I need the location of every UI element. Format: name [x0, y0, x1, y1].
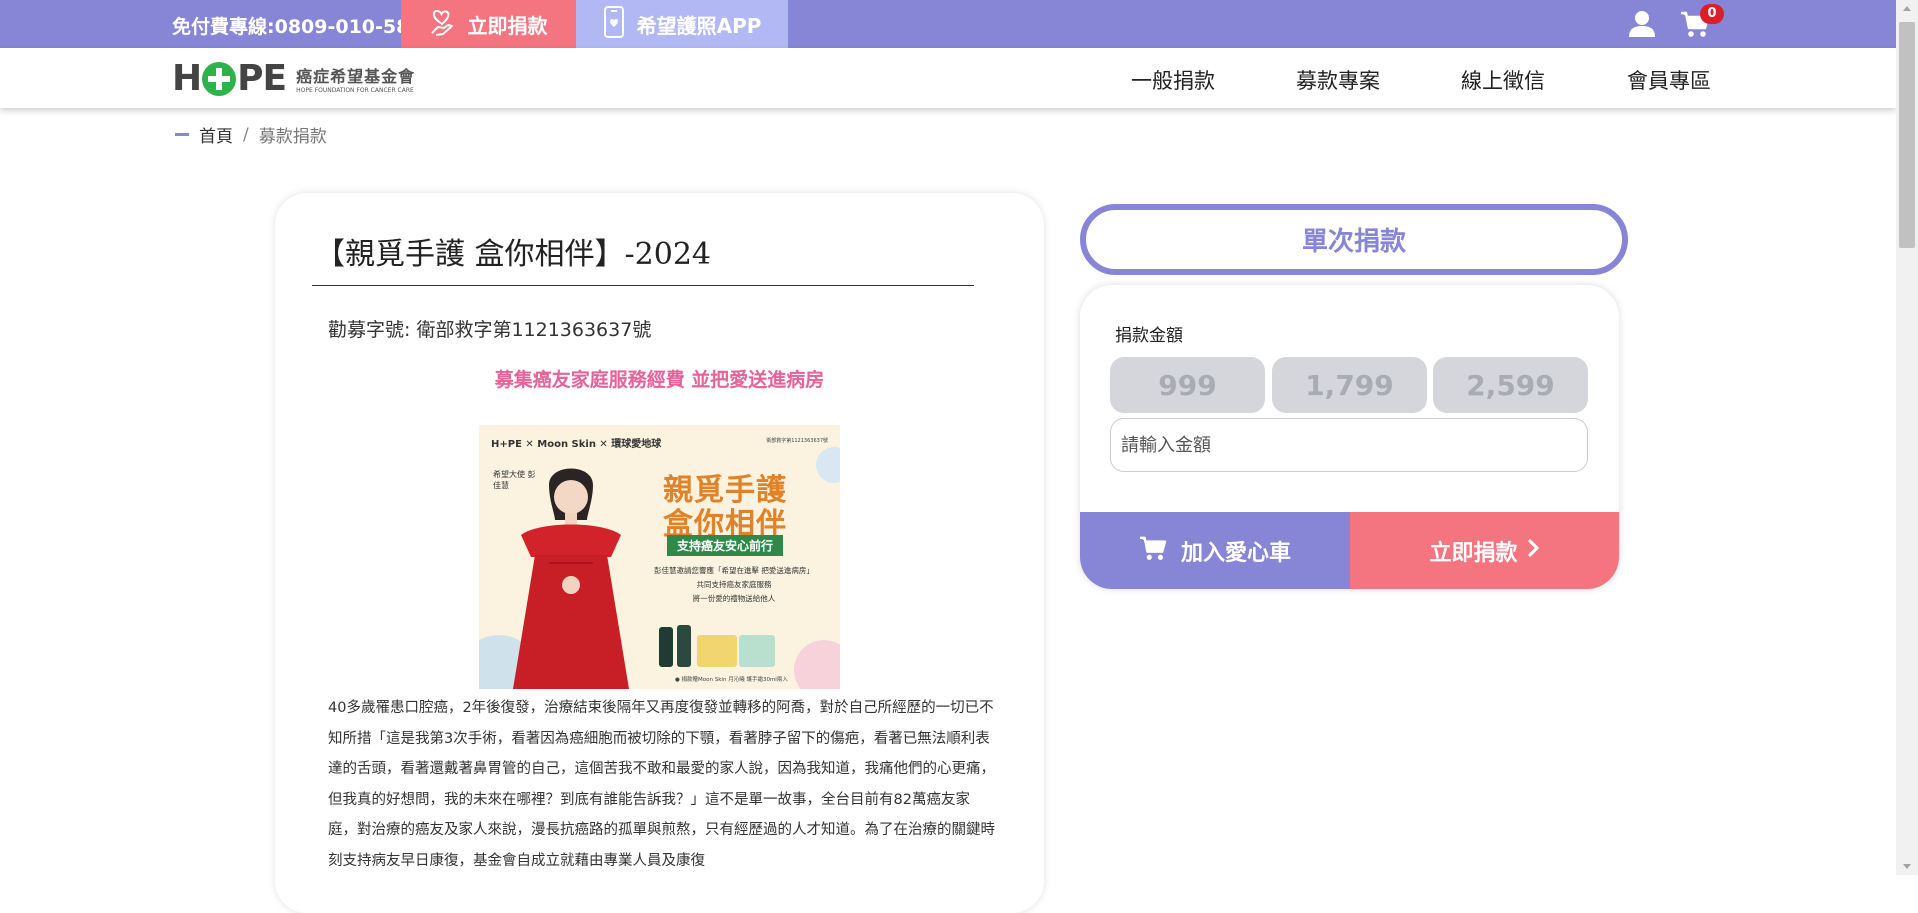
banner-footer: ● 捐款贈Moon Skin 月沁曦 護手霜30ml兩入	[675, 677, 788, 683]
project-story-text: 40多歲罹患口腔癌，2年後復發，治療結束後隔年又再度復發並轉移的阿喬，對於自己所…	[328, 700, 995, 869]
nav-online-credit[interactable]: 線上徵信	[1461, 65, 1545, 95]
project-content-card: 【親覓手護 盒你相伴】-2024 勸募字號: 衛部救字第1121363637號 …	[275, 193, 1044, 913]
breadcrumb: 首頁 / 募款捐款	[175, 122, 327, 147]
logo-letter-h: H	[172, 58, 202, 99]
scroll-down-arrow-icon[interactable]	[1896, 857, 1918, 875]
logo-subtitle: 癌症希望基金會 HOPE FOUNDATION FOR CANCER CARE	[296, 63, 415, 94]
add-to-cart-label: 加入愛心車	[1180, 540, 1291, 566]
breadcrumb-separator: /	[243, 124, 249, 145]
amount-option-2599[interactable]: 2,599	[1433, 357, 1588, 413]
app-label: 希望護照APP	[636, 13, 762, 38]
breadcrumb-home-link[interactable]: 首頁	[199, 122, 233, 147]
amount-option-999[interactable]: 999	[1110, 357, 1265, 413]
amount-option-1799[interactable]: 1,799	[1272, 357, 1427, 413]
green-cross-icon	[202, 61, 237, 96]
donation-card: 捐款金額 999 1,799 2,599 加入愛心車 立即捐款	[1080, 285, 1619, 589]
logo-letters-pe: PE	[237, 58, 287, 99]
project-banner-image: H+PE ✕ Moon Skin ✕ 環球愛地球 衛部救字第1121363637…	[479, 425, 840, 689]
logo-chinese-name: 癌症希望基金會	[296, 67, 416, 86]
app-button[interactable]: 希望護照APP	[576, 0, 788, 48]
banner-line-1: 彭佳慧邀請您響應「希望在進擊 把愛送進病房」	[654, 566, 814, 575]
hand-heart-icon	[430, 7, 456, 42]
logo-wordmark: H PE	[172, 58, 287, 99]
logo-english-name: HOPE FOUNDATION FOR CANCER CARE	[296, 87, 414, 94]
custom-amount-input[interactable]	[1110, 418, 1588, 472]
banner-line-2: 共同支持癌友家庭服務	[696, 580, 772, 589]
breadcrumb-current: 募款捐款	[258, 127, 327, 147]
cart-count-badge: 0	[1700, 4, 1724, 24]
banner-permit: 衛部救字第1121363637號	[766, 438, 828, 444]
banner-brands: H+PE ✕ Moon Skin ✕ 環球愛地球	[491, 439, 662, 450]
chevron-right-icon	[1527, 538, 1540, 563]
banner-tag: 支持癌友安心前行	[667, 535, 784, 556]
breadcrumb-dash	[175, 133, 189, 136]
hotline-text: 免付費專線:0809-010-580	[172, 16, 423, 38]
donate-now-button[interactable]: 立即捐款	[1350, 512, 1619, 589]
user-icon[interactable]	[1628, 10, 1656, 42]
project-subtitle: 募集癌友家庭服務經費 並把愛送進病房	[494, 369, 825, 391]
banner-line-3: 將一份愛的禮物送給他人	[692, 594, 776, 603]
scrollbar-thumb[interactable]	[1899, 22, 1915, 248]
banner-ambassador: 希望大使 彭佳慧	[493, 470, 536, 490]
banner-gift-box	[659, 621, 775, 671]
project-title: 【親覓手護 盒你相伴】-2024	[315, 237, 712, 272]
amount-label: 捐款金額	[1115, 326, 1183, 346]
permit-number: 勸募字號: 衛部救字第1121363637號	[328, 319, 652, 341]
single-donation-tab[interactable]: 單次捐款	[1080, 204, 1628, 275]
top-bar: 免付費專線:0809-010-580 立即捐款 希望護照APP 0	[0, 0, 1896, 48]
nav-member-area[interactable]: 會員專區	[1627, 65, 1711, 95]
phone-heart-icon	[603, 5, 625, 43]
scroll-up-arrow-icon[interactable]	[1896, 0, 1918, 18]
cart-icon	[1139, 535, 1167, 567]
donate-now-label: 立即捐款	[1429, 540, 1518, 566]
top-donate-button[interactable]: 立即捐款	[401, 0, 576, 48]
nav-general-donation[interactable]: 一般捐款	[1131, 65, 1215, 95]
top-donate-label: 立即捐款	[467, 13, 548, 38]
title-divider	[312, 285, 974, 286]
hope-logo[interactable]: H PE 癌症希望基金會 HOPE FOUNDATION FOR CANCER …	[172, 58, 415, 99]
main-navbar: H PE 癌症希望基金會 HOPE FOUNDATION FOR CANCER …	[0, 48, 1896, 108]
page-scrollbar[interactable]	[1896, 0, 1918, 875]
nav-fundraising-projects[interactable]: 募款專案	[1296, 65, 1380, 95]
add-to-cart-button[interactable]: 加入愛心車	[1080, 512, 1350, 589]
